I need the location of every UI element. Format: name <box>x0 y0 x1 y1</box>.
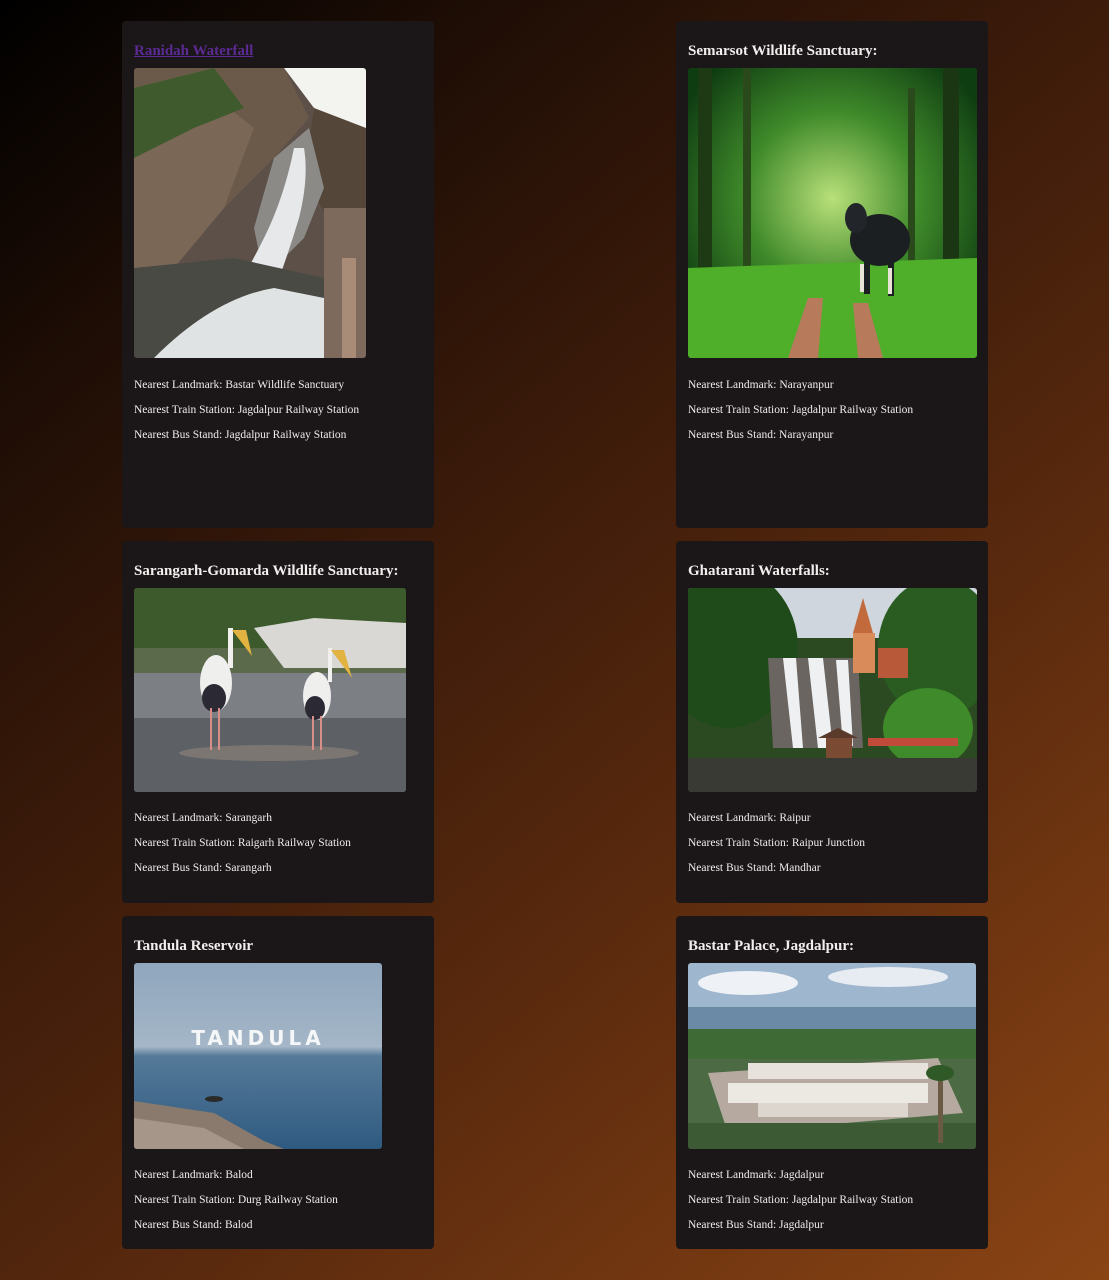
place-title: Ghatarani Waterfalls: <box>688 563 830 579</box>
place-photo-palace <box>688 963 976 1149</box>
nearest-train-station: Nearest Train Station: Jagdalpur Railway… <box>134 404 360 416</box>
place-title: Sarangarh-Gomarda Wildlife Sanctuary: <box>134 563 399 579</box>
place-card-sarangarh: Sarangarh-Gomarda Wildlife Sanctuary: Ne… <box>122 541 434 903</box>
nearest-bus-stand: Nearest Bus Stand: Narayanpur <box>688 429 834 441</box>
nearest-landmark: Nearest Landmark: Narayanpur <box>688 379 834 391</box>
nearest-bus-stand: Nearest Bus Stand: Jagdalpur Railway Sta… <box>134 429 347 441</box>
nearest-train-station: Nearest Train Station: Raigarh Railway S… <box>134 837 351 849</box>
nearest-train-station: Nearest Train Station: Jagdalpur Railway… <box>688 1194 914 1206</box>
place-photo-waterfall <box>134 68 366 358</box>
nearest-bus-stand: Nearest Bus Stand: Balod <box>134 1219 253 1231</box>
place-card-semarsot: Semarsot Wildlife Sanctuary: Nearest Lan… <box>676 21 988 528</box>
nearest-landmark: Nearest Landmark: Bastar Wildlife Sanctu… <box>134 379 345 391</box>
place-title-link[interactable]: Ranidah Waterfall <box>134 43 253 60</box>
place-card-ghatarani: Ghatarani Waterfalls: Nearest Landmark: … <box>676 541 988 903</box>
place-photo-storks <box>134 588 406 792</box>
place-photo-temple-waterfall <box>688 588 977 792</box>
nearest-bus-stand: Nearest Bus Stand: Sarangarh <box>134 862 272 874</box>
nearest-bus-stand: Nearest Bus Stand: Jagdalpur <box>688 1219 824 1231</box>
image-overlay-text: TANDULA <box>191 1026 324 1050</box>
nearest-bus-stand: Nearest Bus Stand: Mandhar <box>688 862 821 874</box>
place-photo-forest <box>688 68 977 358</box>
nearest-train-station: Nearest Train Station: Jagdalpur Railway… <box>688 404 914 416</box>
place-photo-reservoir: TANDULA <box>134 963 382 1149</box>
nearest-landmark: Nearest Landmark: Balod <box>134 1169 253 1181</box>
place-title: Tandula Reservoir <box>134 938 254 954</box>
place-card-ranidah: Ranidah Waterfall Nearest Landmark: Bast… <box>122 21 434 528</box>
nearest-landmark: Nearest Landmark: Sarangarh <box>134 812 272 824</box>
nearest-landmark: Nearest Landmark: Raipur <box>688 812 811 824</box>
place-title: Semarsot Wildlife Sanctuary: <box>688 43 878 59</box>
nearest-train-station: Nearest Train Station: Durg Railway Stat… <box>134 1194 338 1206</box>
nearest-train-station: Nearest Train Station: Raipur Junction <box>688 837 865 849</box>
place-card-bastar-palace: Bastar Palace, Jagdalpur: Nearest Landma… <box>676 916 988 1249</box>
place-card-tandula: Tandula Reservoir TANDULA Nearest Landma… <box>122 916 434 1249</box>
place-title: Bastar Palace, Jagdalpur: <box>688 938 854 954</box>
nearest-landmark: Nearest Landmark: Jagdalpur <box>688 1169 825 1181</box>
